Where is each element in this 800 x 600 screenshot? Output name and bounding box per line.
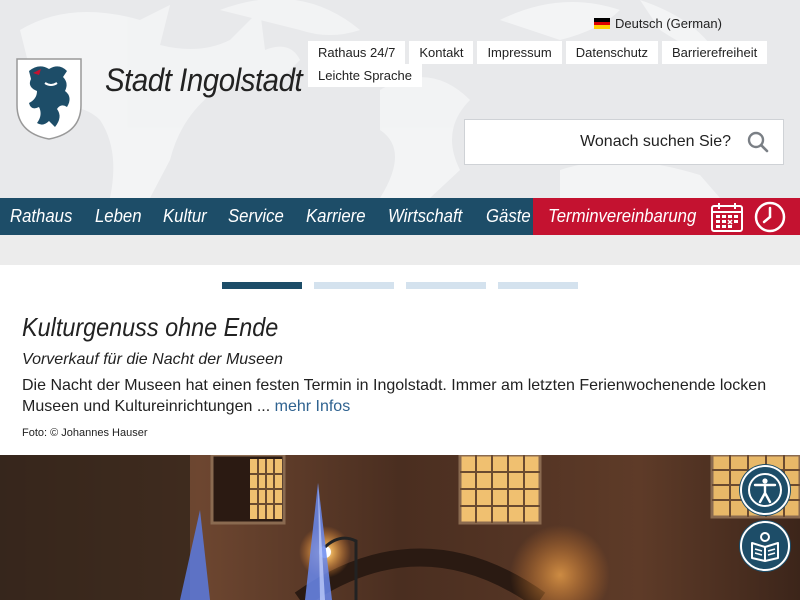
city-crest-logo[interactable] (15, 57, 83, 141)
nav-item-gaeste[interactable]: Gäste (486, 206, 531, 227)
easy-language-button[interactable] (740, 521, 790, 571)
easy-language-book-icon (751, 532, 779, 562)
hero-photo (0, 455, 800, 600)
util-link-barrierefreiheit[interactable]: Barrierefreiheit (662, 41, 768, 64)
util-link-rathaus-24-7[interactable]: Rathaus 24/7 (308, 41, 406, 64)
site-title[interactable]: Stadt Ingolstadt (105, 62, 303, 99)
appointment-label: Terminvereinbarung (548, 206, 697, 226)
slide-body: Die Nacht der Museen hat einen festen Te… (22, 377, 767, 415)
slider-dot-3[interactable] (406, 282, 486, 289)
util-link-kontakt[interactable]: Kontakt (409, 41, 474, 64)
accessibility-person-icon (748, 473, 782, 507)
slide-subtitle: Vorverkauf für die Nacht der Museen (22, 351, 283, 368)
slider-dot-4[interactable] (498, 282, 578, 289)
teaser-slider: Kulturgenuss ohne Ende Vorverkauf für di… (0, 265, 800, 455)
util-link-datenschutz[interactable]: Datenschutz (565, 41, 658, 64)
calendar-icon (711, 203, 743, 232)
search-box[interactable]: Wonach suchen Sie? (464, 119, 784, 165)
appointment-button[interactable]: Terminvereinbarung (533, 198, 800, 235)
photo-credit: Foto: © Johannes Hauser (22, 427, 148, 439)
nav-item-rathaus[interactable]: Rathaus (10, 206, 72, 227)
clock-icon (754, 201, 786, 233)
nav-item-service[interactable]: Service (228, 206, 284, 227)
slider-dot-2[interactable] (314, 282, 394, 289)
search-input[interactable]: Wonach suchen Sie? (580, 133, 731, 151)
slider-dot-1[interactable] (222, 282, 302, 289)
utility-links: Rathaus 24/7 Kontakt Impressum Datenschu… (308, 41, 778, 87)
nav-item-kultur[interactable]: Kultur (163, 206, 207, 227)
night-building-photo (0, 455, 800, 600)
slider-pagination (222, 282, 578, 289)
language-label: Deutsch (German) (615, 16, 722, 31)
util-link-impressum[interactable]: Impressum (477, 41, 562, 64)
nav-item-wirtschaft[interactable]: Wirtschaft (388, 206, 462, 227)
more-info-link[interactable]: mehr Infos (275, 398, 351, 415)
util-link-leichte-sprache[interactable]: Leichte Sprache (308, 64, 422, 87)
site-header: Stadt Ingolstadt Deutsch (German) Rathau… (0, 0, 800, 198)
german-flag-icon (594, 18, 610, 30)
search-icon[interactable] (747, 131, 769, 153)
nav-item-karriere[interactable]: Karriere (306, 206, 366, 227)
slide-text: Die Nacht der Museen hat einen festen Te… (22, 375, 782, 417)
nav-item-leben[interactable]: Leben (95, 206, 142, 227)
slide-title: Kulturgenuss ohne Ende (22, 312, 279, 342)
language-switcher[interactable]: Deutsch (German) (594, 16, 722, 31)
main-navigation: Rathaus Leben Kultur Service Karriere Wi… (0, 198, 800, 235)
accessibility-button[interactable] (740, 465, 790, 515)
